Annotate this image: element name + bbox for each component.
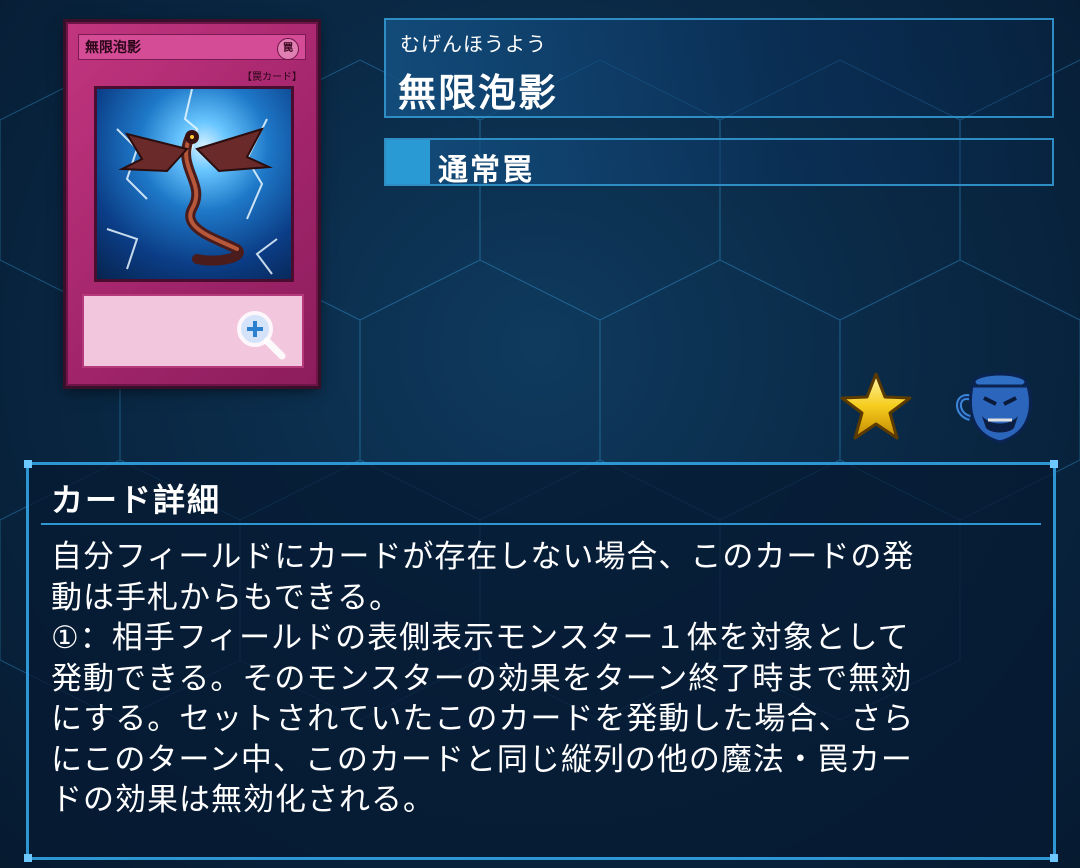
card-type-swatch <box>386 140 430 184</box>
card-image-name: 無限泡影 <box>85 40 141 56</box>
star-icon[interactable] <box>838 370 914 442</box>
panel-corner <box>1050 854 1058 862</box>
zoom-in-icon[interactable] <box>234 308 286 360</box>
card-name-panel: むげんほうよう 無限泡影 <box>384 18 1054 118</box>
card-detail-title: カード詳細 <box>51 481 222 519</box>
card-name: 無限泡影 <box>398 71 559 115</box>
panel-corner <box>1050 460 1058 468</box>
card-type-panel: 通常罠 <box>384 138 1054 188</box>
card-detail-panel: カード詳細 自分フィールドにカードが存在しない場合、このカードの発 動は手札から… <box>24 460 1058 862</box>
pot-of-greed-icon[interactable] <box>950 368 1042 448</box>
card-image-type: 【罠カード】 <box>242 72 302 83</box>
effect-line: にこのターン中、このカードと同じ縦列の他の魔法・罠カー <box>51 741 913 778</box>
effect-line: 発動できる。そのモンスターの効果をターン終了時まで無効 <box>51 660 913 697</box>
effect-line: 自分フィールドにカードが存在しない場合、このカードの発 <box>51 539 915 575</box>
card-name-reading: むげんほうよう <box>400 32 547 56</box>
card-text-box <box>82 294 304 368</box>
effect-line: 動は手札からもできる。 <box>51 579 402 616</box>
panel-corner <box>24 854 32 862</box>
panel-corner <box>24 460 32 468</box>
card-type: 通常罠 <box>438 153 534 188</box>
effect-line: ドの効果は無効化される。 <box>51 782 435 818</box>
card-artwork <box>94 86 294 282</box>
effect-line: にする。セットされていたこのカードを発動した場合、さら <box>51 701 915 737</box>
divider <box>41 523 1041 525</box>
card-image-name-bar: 無限泡影 罠 <box>78 34 306 60</box>
card-image[interactable]: 無限泡影 罠 【罠カード】 <box>66 22 318 386</box>
card-attribute-icon: 罠 <box>277 38 299 60</box>
card-effect-text: 自分フィールドにカードが存在しない場合、このカードの発 動は手札からもできる。 … <box>51 537 1041 821</box>
effect-line: ①：相手フィールドの表側表示モンスター１体を対象として <box>51 620 910 656</box>
